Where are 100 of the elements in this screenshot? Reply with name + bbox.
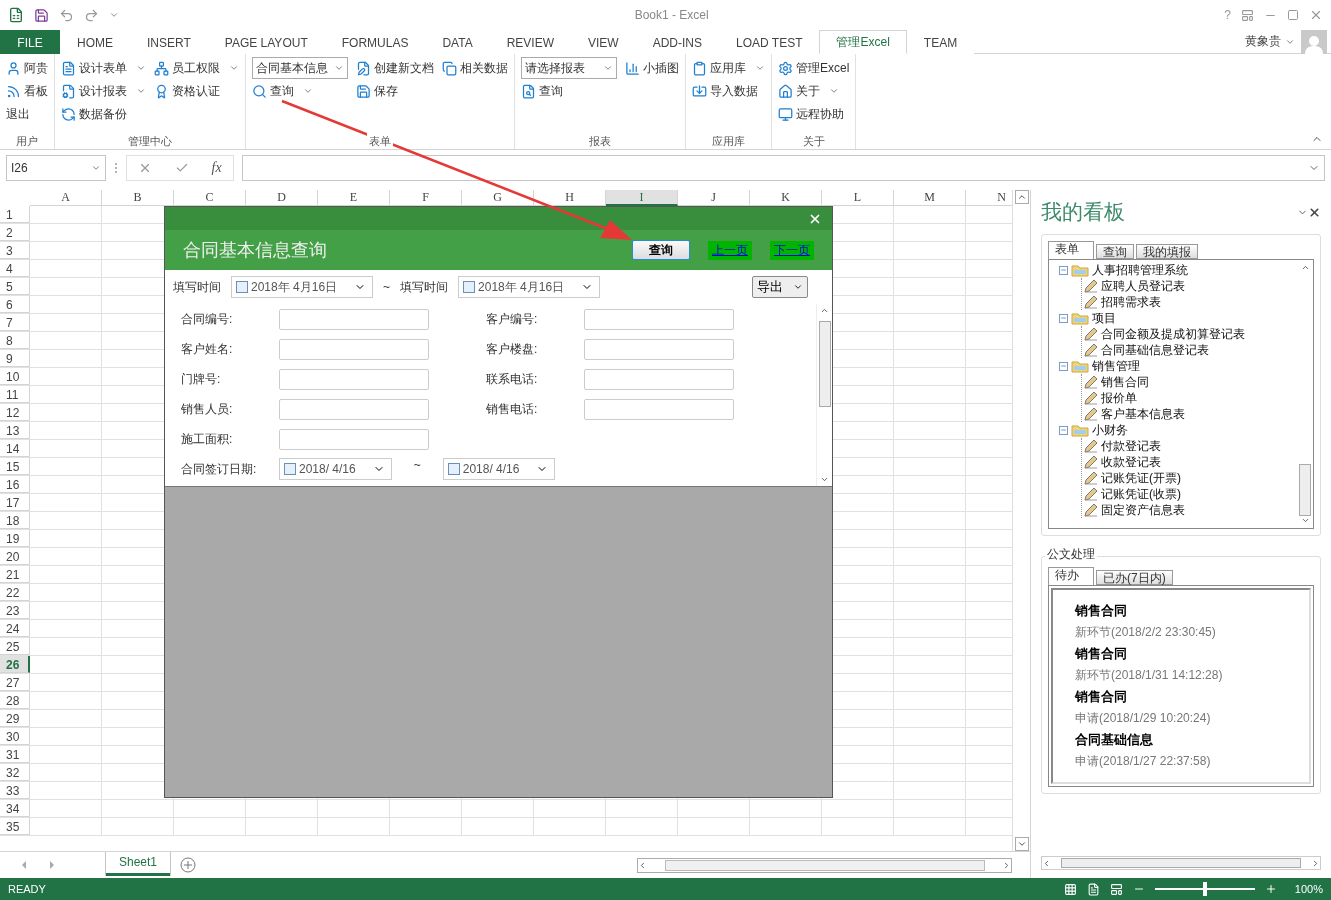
row-header[interactable]: 19 bbox=[0, 530, 30, 547]
scrollbar-thumb[interactable] bbox=[818, 321, 831, 407]
tree-item[interactable]: 合同基础信息登记表 bbox=[1101, 341, 1209, 359]
insert-function-button[interactable]: fx bbox=[211, 160, 222, 176]
column-header[interactable]: B bbox=[102, 190, 174, 206]
ribbon-button[interactable]: 应用库 bbox=[692, 57, 765, 79]
panel-tab[interactable]: 查询 bbox=[1096, 244, 1134, 259]
document-title[interactable]: 销售合同 bbox=[1075, 602, 1287, 620]
tree-item[interactable]: 付款登记表 bbox=[1101, 437, 1161, 455]
tree-item[interactable]: 收款登记表 bbox=[1101, 453, 1161, 471]
scrollbar-thumb[interactable] bbox=[664, 859, 985, 871]
scroll-down-icon[interactable] bbox=[1016, 839, 1027, 849]
ribbon-button[interactable]: 小插图 bbox=[625, 57, 679, 79]
row-header[interactable]: 31 bbox=[0, 746, 30, 763]
column-header[interactable]: G bbox=[462, 190, 534, 206]
row-header[interactable]: 5 bbox=[0, 278, 30, 295]
ribbon-button[interactable]: 员工权限 bbox=[154, 57, 239, 79]
ribbon-button[interactable]: 相关数据 bbox=[442, 57, 508, 79]
ribbon-button[interactable]: 资格认证 bbox=[154, 80, 239, 102]
scroll-left-icon[interactable] bbox=[638, 860, 647, 870]
ribbon-button[interactable]: 导入数据 bbox=[692, 80, 765, 102]
ribbon-button[interactable]: 数据备份 bbox=[61, 103, 146, 125]
ribbon-button[interactable]: 阿贵 bbox=[6, 57, 48, 79]
scrollbar-thumb[interactable] bbox=[1061, 858, 1301, 868]
tree-folder[interactable]: 项目 bbox=[1092, 309, 1116, 327]
column-header[interactable]: M bbox=[894, 190, 966, 206]
input-field[interactable] bbox=[279, 368, 429, 390]
row-header[interactable]: 15 bbox=[0, 458, 30, 475]
customize-icon[interactable] bbox=[109, 10, 119, 20]
collapse-toggle-icon[interactable] bbox=[1059, 361, 1068, 371]
input-field[interactable] bbox=[584, 368, 734, 390]
panel-tab[interactable]: 我的填报 bbox=[1136, 244, 1198, 259]
ribbon-dropdown[interactable]: 请选择报表 bbox=[521, 57, 617, 79]
scroll-up-icon[interactable] bbox=[820, 306, 829, 315]
input-field[interactable] bbox=[279, 308, 429, 330]
scroll-up-icon[interactable] bbox=[1300, 263, 1310, 272]
row-header[interactable]: 9 bbox=[0, 350, 30, 367]
tree-folder[interactable]: 人事招聘管理系统 bbox=[1092, 261, 1188, 279]
row-header[interactable]: 3 bbox=[0, 242, 30, 259]
input-field[interactable] bbox=[584, 338, 734, 360]
user-name[interactable]: 黄象贵 bbox=[1245, 30, 1301, 53]
redo-icon[interactable] bbox=[84, 7, 99, 23]
ribbon-button[interactable]: 查询 bbox=[252, 80, 348, 102]
row-header[interactable]: 8 bbox=[0, 332, 30, 349]
column-header[interactable]: K bbox=[750, 190, 822, 206]
column-header[interactable]: N bbox=[966, 190, 1012, 206]
row-header[interactable]: 27 bbox=[0, 674, 30, 691]
page-layout-icon[interactable] bbox=[1087, 882, 1100, 896]
scroll-left-icon[interactable] bbox=[1042, 858, 1051, 868]
ribbon-button[interactable]: 退出 bbox=[6, 103, 48, 125]
sheet-nav-icon[interactable] bbox=[20, 860, 56, 870]
tree-item[interactable]: 合同金额及提成初算登记表 bbox=[1101, 325, 1245, 343]
column-header[interactable]: H bbox=[534, 190, 606, 206]
ribbon-display-icon[interactable] bbox=[1241, 8, 1254, 22]
date-picker[interactable]: 2018/ 4/16 bbox=[442, 458, 556, 480]
tree-item[interactable]: 报价单 bbox=[1101, 389, 1137, 407]
column-header[interactable]: L bbox=[822, 190, 894, 206]
export-dropdown[interactable]: 导出 bbox=[752, 276, 808, 298]
column-header[interactable]: I bbox=[606, 190, 678, 206]
scroll-up-icon[interactable] bbox=[1016, 192, 1027, 202]
panel-tab[interactable]: 待办 bbox=[1048, 567, 1094, 585]
ribbon-button[interactable]: 设计表单 bbox=[61, 57, 146, 79]
row-header[interactable]: 20 bbox=[0, 548, 30, 565]
column-header[interactable]: E bbox=[318, 190, 390, 206]
row-header[interactable]: 26 bbox=[0, 656, 30, 673]
date-checkbox[interactable] bbox=[463, 281, 476, 293]
date-picker[interactable]: 2018年 4月16日 bbox=[231, 276, 374, 298]
row-header[interactable]: 16 bbox=[0, 476, 30, 493]
row-header[interactable]: 17 bbox=[0, 494, 30, 511]
row-header[interactable]: 35 bbox=[0, 818, 30, 835]
row-header[interactable]: 7 bbox=[0, 314, 30, 331]
document-title[interactable]: 合同基础信息 bbox=[1075, 731, 1287, 749]
date-checkbox[interactable] bbox=[447, 463, 460, 475]
row-header[interactable]: 13 bbox=[0, 422, 30, 439]
row-header[interactable]: 10 bbox=[0, 368, 30, 385]
row-header[interactable]: 12 bbox=[0, 404, 30, 421]
ribbon-dropdown[interactable]: 合同基本信息 bbox=[252, 57, 348, 79]
close-icon[interactable] bbox=[1308, 205, 1321, 219]
normal-view-icon[interactable] bbox=[1064, 882, 1077, 896]
collapse-toggle-icon[interactable] bbox=[1059, 313, 1068, 323]
ribbon-button[interactable]: 关于 bbox=[778, 80, 850, 102]
row-header[interactable]: 30 bbox=[0, 728, 30, 745]
column-header[interactable]: J bbox=[678, 190, 750, 206]
enter-icon[interactable] bbox=[174, 161, 189, 175]
row-header[interactable]: 21 bbox=[0, 566, 30, 583]
save-icon[interactable] bbox=[34, 7, 49, 23]
scroll-down-icon[interactable] bbox=[820, 475, 829, 484]
page-break-icon[interactable] bbox=[1110, 882, 1123, 896]
date-picker[interactable]: 2018年 4月16日 bbox=[458, 276, 601, 298]
ribbon-tab[interactable]: FILE bbox=[0, 30, 60, 54]
row-header[interactable]: 29 bbox=[0, 710, 30, 727]
tree-folder[interactable]: 销售管理 bbox=[1092, 357, 1140, 375]
ribbon-button[interactable]: 查询 bbox=[521, 80, 617, 102]
row-header[interactable]: 24 bbox=[0, 620, 30, 637]
tree-item[interactable]: 固定资产信息表 bbox=[1101, 501, 1185, 519]
row-header[interactable]: 11 bbox=[0, 386, 30, 403]
ribbon-button[interactable]: 设计报表 bbox=[61, 80, 146, 102]
row-header[interactable]: 23 bbox=[0, 602, 30, 619]
row-header[interactable]: 2 bbox=[0, 224, 30, 241]
panel-tab[interactable]: 表单 bbox=[1048, 241, 1094, 259]
